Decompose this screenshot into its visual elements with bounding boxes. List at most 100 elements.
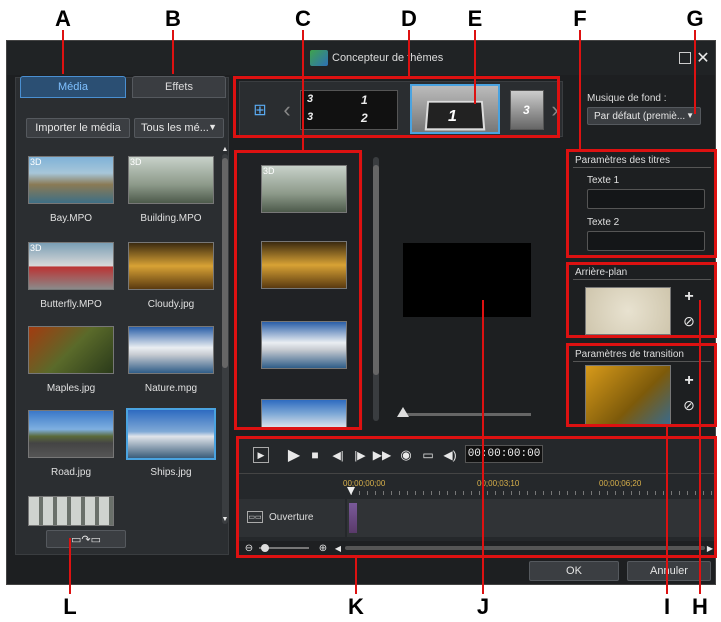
preview-slider-handle[interactable] — [397, 407, 409, 417]
preview-screen — [403, 243, 531, 317]
template-frame-1[interactable]: 3 1 2 3 — [300, 90, 398, 130]
text2-field[interactable] — [587, 231, 705, 251]
callout-line-b — [172, 30, 174, 74]
media-scrollbar-thumb[interactable] — [222, 158, 228, 368]
media-thumb-bay[interactable]: 3D — [28, 156, 114, 204]
music-label: Musique de fond : — [587, 93, 667, 104]
add-transition-icon[interactable]: + — [681, 372, 697, 389]
template-frame-3[interactable]: 3 — [510, 90, 544, 130]
callout-line-e — [474, 30, 476, 104]
next-frame-icon[interactable]: |▶ — [351, 445, 369, 465]
chevron-left-icon[interactable]: ‹ — [280, 96, 294, 124]
transition-heading: Paramètres de transition — [575, 349, 684, 360]
frame-number: 2 — [361, 111, 368, 125]
frame-number: 3 — [307, 111, 314, 123]
zoom-in-icon[interactable]: ⊕ — [317, 541, 329, 555]
tab-media[interactable]: Média — [20, 76, 126, 98]
add-background-icon[interactable]: + — [681, 288, 697, 305]
import-media-button[interactable]: Importer le média — [26, 118, 130, 138]
frame-number: 3 — [523, 103, 530, 117]
snapshot-icon[interactable]: ◉ — [397, 445, 415, 465]
app-icon — [310, 50, 328, 66]
preview-slider-track[interactable] — [401, 413, 531, 416]
callout-b: B — [165, 6, 181, 31]
add-template-icon[interactable]: ⊞ — [248, 98, 272, 122]
timeline-scrollbar[interactable] — [345, 546, 705, 550]
music-dropdown[interactable]: Par défaut (premiè... ▼ — [587, 107, 701, 125]
slot-3[interactable] — [261, 321, 347, 369]
track-content[interactable] — [347, 499, 717, 537]
callout-g: G — [686, 6, 704, 31]
stop-icon[interactable]: ■ — [307, 445, 323, 465]
media-thumb-partial[interactable] — [28, 496, 114, 526]
divider — [239, 473, 717, 474]
display-icon[interactable]: ▭ — [419, 445, 437, 465]
scroll-right-icon[interactable]: ▶ — [705, 541, 715, 555]
previous-frame-icon[interactable]: ◀| — [329, 445, 347, 465]
media-thumb-building[interactable]: 3D — [128, 156, 214, 204]
theme-designer-window: Concepteur de thèmes ✕ Média Effets Impo… — [6, 40, 717, 585]
media-thumb-cloudy[interactable] — [128, 242, 214, 290]
track-label: Ouverture — [269, 512, 314, 523]
callout-d: D — [401, 6, 417, 31]
callout-i: I — [663, 594, 671, 619]
media-thumb-butterfly[interactable]: 3D — [28, 242, 114, 290]
chevron-right-icon[interactable]: › — [548, 96, 562, 124]
media-filter-dropdown[interactable]: Tous les mé... ▼ — [134, 118, 224, 138]
slot-4[interactable] — [261, 399, 347, 429]
scroll-left-icon[interactable]: ◀ — [333, 541, 343, 555]
divider — [573, 361, 711, 362]
3d-badge: 3D — [263, 166, 275, 176]
volume-icon[interactable]: ◀) — [441, 445, 459, 465]
close-icon[interactable]: ✕ — [695, 48, 711, 68]
title-settings-heading: Paramètres des titres — [575, 155, 671, 166]
chevron-down-icon: ▼ — [686, 111, 694, 120]
timeline-panel: ▶ ▶ ■ ◀| |▶ ▶▶ ◉ ▭ ◀) 00:00:00:00 00;00;… — [239, 439, 717, 557]
slot-2[interactable] — [261, 241, 347, 289]
media-label-road: Road.jpg — [50, 467, 92, 478]
callout-e: E — [467, 6, 483, 31]
slots-scrollbar-thumb[interactable] — [373, 165, 379, 375]
maximize-icon[interactable] — [679, 52, 691, 64]
swap-media-button[interactable]: ▭↷▭ — [46, 530, 126, 548]
playhead[interactable] — [347, 487, 355, 495]
callout-line-c — [302, 30, 304, 152]
remove-transition-icon[interactable]: ⊘ — [681, 397, 697, 413]
frame-number: 1 — [448, 108, 457, 125]
scroll-up-icon[interactable]: ▲ — [220, 144, 230, 154]
media-thumb-nature[interactable] — [128, 326, 214, 374]
scroll-down-icon[interactable]: ▼ — [220, 514, 230, 524]
text1-field[interactable] — [587, 189, 705, 209]
media-thumb-ships[interactable] — [126, 408, 216, 460]
preview-mode-icon[interactable]: ▶ — [253, 447, 269, 463]
zoom-slider-handle[interactable] — [261, 544, 269, 552]
media-thumb-maples[interactable] — [28, 326, 114, 374]
ok-button[interactable]: OK — [529, 561, 619, 581]
callout-line-l — [69, 538, 71, 594]
remove-background-icon[interactable]: ⊘ — [681, 313, 697, 329]
background-thumb[interactable] — [585, 287, 671, 335]
text1-label: Texte 1 — [587, 175, 620, 186]
play-icon[interactable]: ▶ — [285, 445, 303, 465]
timeline-footer: ⊖ ⊕ ◀ ▶ — [239, 541, 717, 555]
media-thumb-road[interactable] — [28, 410, 114, 458]
media-label-ships: Ships.jpg — [150, 467, 192, 478]
clip-marker[interactable] — [349, 503, 357, 533]
frame-number: 3 — [307, 93, 314, 105]
fast-forward-icon[interactable]: ▶▶ — [373, 445, 391, 465]
media-label-maples: Maples.jpg — [46, 383, 96, 394]
track-icon: ▭▭ — [247, 511, 263, 523]
text2-label: Texte 2 — [587, 217, 620, 228]
track-header: ▭▭ Ouverture — [239, 499, 345, 537]
chevron-down-icon: ▼ — [208, 122, 217, 132]
template-frame-selected[interactable]: 1 — [410, 84, 500, 134]
callout-k: K — [348, 594, 364, 619]
callout-c: C — [295, 6, 311, 31]
transition-thumb[interactable] — [585, 365, 671, 425]
tab-effects[interactable]: Effets — [132, 76, 226, 98]
slot-1[interactable]: 3D — [261, 165, 347, 213]
callout-line-j — [482, 300, 484, 594]
media-label-bay: Bay.MPO — [49, 213, 93, 224]
media-label-cloudy: Cloudy.jpg — [147, 299, 195, 310]
zoom-out-icon[interactable]: ⊖ — [243, 541, 255, 555]
